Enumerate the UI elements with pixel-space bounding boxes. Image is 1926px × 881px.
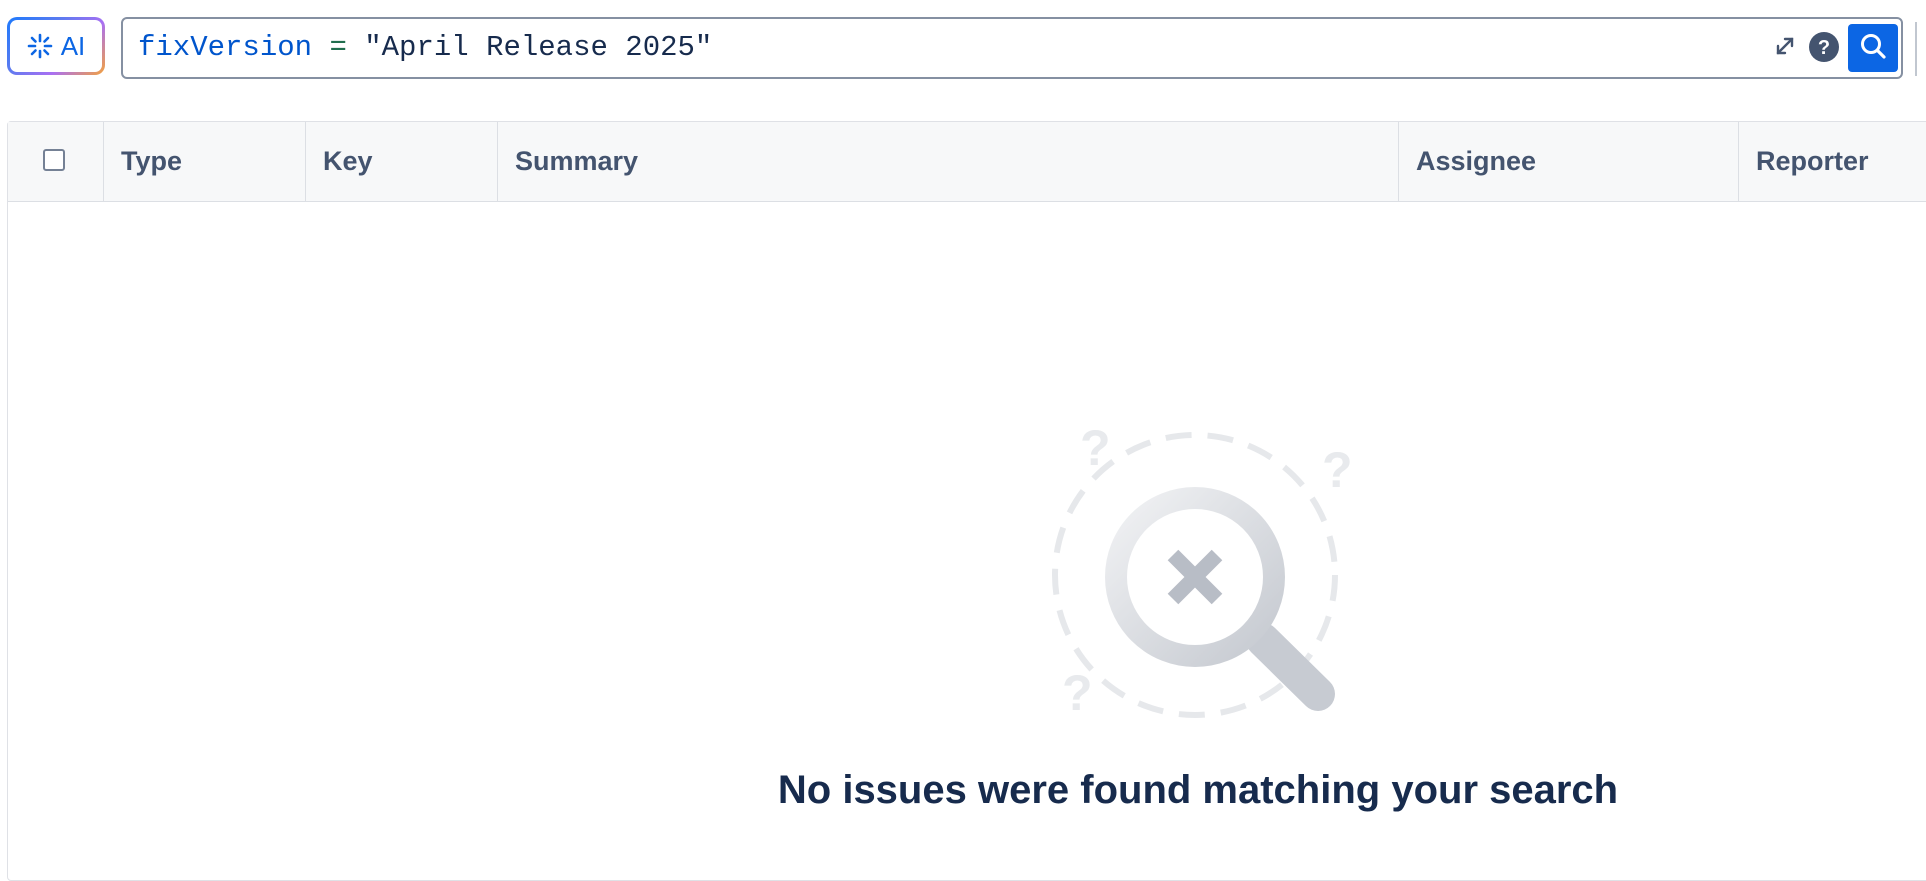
ai-button[interactable]: AI <box>7 17 105 75</box>
jql-value: "April Release 2025" <box>364 31 713 64</box>
column-header-type[interactable]: Type <box>104 122 306 201</box>
column-header-reporter[interactable]: Reporter <box>1739 122 1926 201</box>
column-header-summary[interactable]: Summary <box>498 122 1399 201</box>
magnifier-no-results-icon: ? ? ? <box>1025 415 1375 735</box>
svg-text:?: ? <box>1062 665 1093 721</box>
help-icon[interactable]: ? <box>1808 31 1840 63</box>
column-header-key[interactable]: Key <box>306 122 498 201</box>
select-all-cell <box>8 122 104 201</box>
ai-button-label: AI <box>60 30 86 61</box>
toolbar-divider <box>1915 22 1917 76</box>
issues-table: Type Key Summary Assignee Reporter <box>7 121 1926 881</box>
empty-state-message: No issues were found matching your searc… <box>777 768 1619 812</box>
search-icon <box>1858 31 1888 66</box>
jql-query[interactable]: fixVersion = "April Release 2025" <box>138 19 712 77</box>
jql-search-input[interactable]: fixVersion = "April Release 2025" <box>121 17 1903 79</box>
jql-operator: = <box>329 31 347 64</box>
svg-text:?: ? <box>1322 442 1353 498</box>
jql-field: fixVersion <box>138 31 313 64</box>
table-header: Type Key Summary Assignee Reporter <box>8 122 1926 202</box>
select-all-checkbox[interactable] <box>43 149 65 171</box>
column-header-assignee[interactable]: Assignee <box>1399 122 1739 201</box>
svg-text:?: ? <box>1818 37 1830 59</box>
svg-text:?: ? <box>1080 420 1111 476</box>
expand-icon[interactable] <box>1770 31 1800 61</box>
sparkle-icon <box>27 33 53 59</box>
search-button[interactable] <box>1848 24 1898 72</box>
